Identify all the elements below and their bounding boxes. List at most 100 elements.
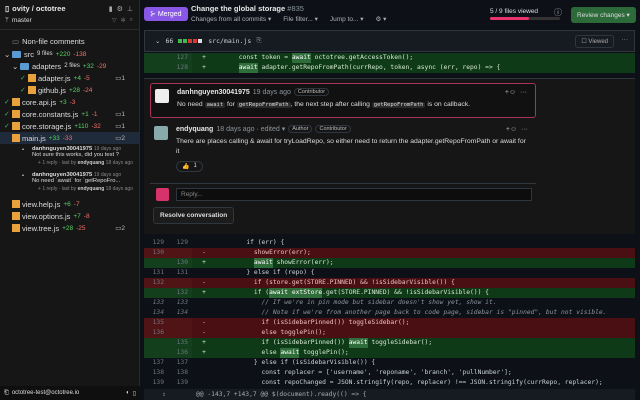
reply-input[interactable]: Reply... — [176, 188, 532, 201]
js-file-icon — [12, 200, 20, 208]
deleted-line: 130- showError(err); — [144, 248, 635, 258]
collapse-chevron-icon[interactable]: ⌄ — [155, 37, 160, 45]
check-icon: ✓ — [4, 122, 12, 130]
thumbs-up-reaction[interactable]: 👍1 — [176, 161, 203, 172]
file-item[interactable]: ✓core.api.js+3-3 — [0, 96, 139, 108]
repo-link[interactable]: ovity / octotree — [12, 4, 65, 13]
added-line: 136+ else await togglePin(); — [144, 348, 635, 358]
expand-icon[interactable]: ⇕ — [162, 389, 166, 400]
comment-author[interactable]: endyquang — [176, 126, 213, 133]
js-file-icon — [28, 74, 36, 82]
add-reaction-icon[interactable]: +☺ — [505, 89, 516, 96]
contributor-badge: Contributor — [294, 88, 329, 96]
comment-count: ▭1 — [115, 122, 125, 130]
folder-icon — [20, 63, 29, 70]
bookmark-icon[interactable]: ▮ — [109, 5, 113, 13]
file-header: ⌄ 66 src/main.js ⎘ ☐ Viewed ··· — [144, 30, 635, 52]
comment-count: ▭1 — [115, 110, 125, 118]
merged-badge: ⊱ Merged — [144, 7, 188, 21]
js-file-icon — [12, 110, 20, 118]
deleted-line: 135- if (isSidebarPinned()) toggleSideba… — [144, 318, 635, 328]
hunk-header: ⇕@@ -143,7 +143,7 @@ $(document).ready((… — [144, 389, 635, 400]
settings-icon[interactable]: ✲ — [121, 17, 126, 24]
comment-count: ▭2 — [115, 224, 125, 232]
filter-icon[interactable]: ▽ — [112, 17, 117, 24]
comment: endyquang18 days ago · edited ▾AuthorCon… — [150, 121, 536, 181]
more-options-icon[interactable]: ··· — [521, 126, 528, 133]
chevron-down-icon: ⌄ — [12, 62, 20, 71]
octotree-sidebar: ▯ovity / octotree ᛘmaster ▮⚙⊥ ▽✲⌕ ▭Non-f… — [0, 0, 140, 400]
diff-lines-top: 127+ const token = await octotree.getAcc… — [144, 53, 635, 73]
sidebar-thread[interactable]: •danhnguyen30041975 19 days agoNo need `… — [0, 172, 139, 192]
folder-adapters[interactable]: ⌄adapters2 files+32-29 — [0, 60, 139, 72]
file-item[interactable]: view.help.js+6-7 — [0, 198, 139, 210]
diff-lines: 129129 if (err) {130- showError(err);130… — [144, 238, 635, 388]
avatar — [155, 89, 169, 103]
context-line: 129129 if (err) { — [144, 238, 635, 248]
added-line: 128+ await adapter.getRepoFromPath(currR… — [144, 63, 635, 73]
js-file-icon — [12, 122, 20, 130]
file-item[interactable]: ✓adapter.js+4-5▭1 — [0, 72, 139, 84]
theme-toggle-icon[interactable]: ◐ — [126, 390, 130, 396]
resolve-conversation-button[interactable]: Resolve conversation — [153, 207, 234, 224]
branch-name: master — [12, 17, 32, 24]
deleted-line: 136- else togglePin(); — [144, 328, 635, 338]
copy-icon[interactable]: ⎘ — [256, 37, 261, 45]
added-line: 130+ await showError(err); — [144, 258, 635, 268]
added-line: 127+ const token = await octotree.getAcc… — [144, 53, 635, 63]
file-item[interactable]: main.js+33-33▭2 — [0, 132, 139, 144]
reply-area: Reply... — [150, 183, 536, 203]
pr-files-view: ⊱ Merged Change the global storage #835 … — [141, 0, 640, 400]
diff-toolbar: Changes from all commits ▾ File filter...… — [191, 15, 386, 23]
pr-number: #835 — [287, 4, 304, 13]
context-line: 134134 // Note if we're from another pag… — [144, 308, 635, 318]
non-file-comments[interactable]: ▭Non-file comments — [0, 34, 139, 48]
toolbar-dropdown[interactable]: Changes from all commits ▾ — [191, 15, 271, 23]
context-line: 133133 // If we're in pin mode but sideb… — [144, 298, 635, 308]
file-item[interactable]: view.options.js+7-8 — [0, 210, 139, 222]
file-item[interactable]: ✓core.storage.js+110-32▭1 — [0, 120, 139, 132]
folder-icon — [12, 51, 21, 58]
pin-icon[interactable]: ⊥ — [127, 5, 133, 13]
more-options-icon[interactable]: ··· — [622, 36, 629, 43]
deleted-line: 132- if (store.get(STORE.PINNED) && !isS… — [144, 278, 635, 288]
file-item[interactable]: ✓core.constants.js+1-1▭1 — [0, 108, 139, 120]
more-options-icon[interactable]: ··· — [520, 89, 527, 96]
info-icon[interactable]: ⓘ — [554, 7, 562, 18]
comment-author[interactable]: danhnguyen30041975 — [177, 89, 250, 96]
mobile-icon[interactable]: ▯ — [133, 390, 136, 397]
pr-title: Change the global storage #835 — [191, 4, 304, 13]
contributor-badge: Contributor — [315, 125, 350, 133]
folder-src[interactable]: ⌄src9 files+220-138 — [0, 48, 139, 60]
review-thread: danhnguyen3004197519 days agoContributor… — [144, 78, 635, 234]
author-badge: Author — [288, 125, 312, 133]
check-icon: ✓ — [20, 86, 28, 94]
context-line: 137137 } else if (isSidebarVisible()) { — [144, 358, 635, 368]
pr-header: ⊱ Merged Change the global storage #835 … — [141, 0, 640, 30]
context-line: 138138 const replacer = ['username', 're… — [144, 368, 635, 378]
context-line: 131131 } else if (repo) { — [144, 268, 635, 278]
search-icon[interactable]: ⌕ — [130, 17, 133, 24]
comment-body: No need await for getRepoFromPath, the n… — [177, 100, 529, 110]
js-file-icon — [12, 224, 20, 232]
file-item[interactable]: ✓github.js+28-24 — [0, 84, 139, 96]
viewed-checkbox[interactable]: ☐ Viewed — [575, 35, 614, 48]
change-count: 66 — [165, 37, 173, 45]
toolbar-dropdown[interactable]: Jump to... ▾ — [330, 15, 364, 23]
review-changes-button[interactable]: Review changes ▾ — [571, 7, 636, 23]
added-line: 132+ if (await extStore.get(STORE.PINNED… — [144, 288, 635, 298]
file-tree: ▭Non-file comments ⌄src9 files+220-138 ⌄… — [0, 30, 139, 234]
toolbar-dropdown[interactable]: File filter... ▾ — [283, 15, 318, 23]
file-path[interactable]: src/main.js — [208, 37, 251, 45]
gear-icon[interactable]: ⚙ — [117, 5, 123, 13]
file-item[interactable]: view.tree.js+28-25▭2 — [0, 222, 139, 234]
add-reaction-icon[interactable]: +☺ — [506, 126, 517, 133]
account-email: octotree-test@octotree.io — [12, 390, 79, 396]
js-file-icon — [28, 86, 36, 94]
logout-icon[interactable]: ⎗ — [4, 390, 9, 397]
comment-highlighted: danhnguyen3004197519 days agoContributor… — [150, 83, 536, 118]
avatar — [156, 188, 169, 201]
added-line: 135+ if (isSidebarPinned()) await toggle… — [144, 338, 635, 348]
toolbar-dropdown[interactable]: ⚙ ▾ — [376, 15, 387, 23]
sidebar-thread[interactable]: •danhnguyen30041975 19 days agoNot sure … — [0, 146, 139, 166]
